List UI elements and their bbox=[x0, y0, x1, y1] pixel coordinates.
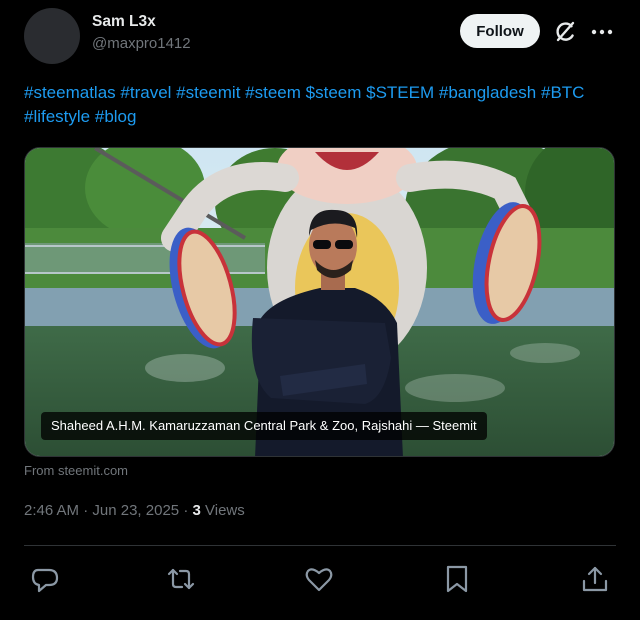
repost-icon[interactable] bbox=[166, 564, 196, 594]
more-icon[interactable] bbox=[590, 22, 614, 42]
like-icon[interactable] bbox=[304, 564, 334, 594]
display-name[interactable]: Sam L3x bbox=[92, 13, 156, 31]
grok-icon[interactable] bbox=[552, 19, 578, 45]
views-label: Views bbox=[205, 502, 245, 519]
hashtag-btc[interactable]: #BTC bbox=[541, 83, 584, 102]
hashtag-steemit[interactable]: #steemit bbox=[176, 83, 240, 102]
hashtag-steem[interactable]: #steem bbox=[245, 83, 301, 102]
views-count: 3 bbox=[192, 502, 201, 519]
follow-button[interactable]: Follow bbox=[460, 14, 540, 48]
divider bbox=[24, 545, 616, 546]
reply-icon[interactable] bbox=[30, 564, 60, 594]
link-card-source[interactable]: From steemit.com bbox=[24, 463, 128, 478]
link-card-caption: Shaheed A.H.M. Kamaruzzaman Central Park… bbox=[41, 412, 487, 440]
hashtag-blog[interactable]: #blog bbox=[95, 107, 137, 126]
tweet-text: #steematlas #travel #steemit #steem $ste… bbox=[24, 81, 620, 129]
share-icon[interactable] bbox=[580, 564, 610, 594]
hashtag-steematlas[interactable]: #steematlas bbox=[24, 83, 116, 102]
cashtag-steem-upper[interactable]: $STEEM bbox=[366, 83, 434, 102]
meta-separator: · bbox=[183, 502, 189, 519]
hashtag-travel[interactable]: #travel bbox=[120, 83, 171, 102]
user-handle[interactable]: @maxpro1412 bbox=[92, 35, 191, 52]
post-time[interactable]: 2:46 AM bbox=[24, 502, 79, 519]
hashtag-bangladesh[interactable]: #bangladesh bbox=[439, 83, 536, 102]
meta-separator: · bbox=[83, 502, 89, 519]
hashtag-lifestyle[interactable]: #lifestyle bbox=[24, 107, 90, 126]
link-card-image[interactable]: Shaheed A.H.M. Kamaruzzaman Central Park… bbox=[24, 147, 615, 457]
post-meta: 2:46 AM · Jun 23, 2025 · 3 Views bbox=[24, 502, 245, 519]
bookmark-icon[interactable] bbox=[442, 564, 472, 594]
cashtag-steem-lower[interactable]: $steem bbox=[306, 83, 362, 102]
avatar[interactable] bbox=[24, 8, 80, 64]
post-date[interactable]: Jun 23, 2025 bbox=[92, 502, 179, 519]
